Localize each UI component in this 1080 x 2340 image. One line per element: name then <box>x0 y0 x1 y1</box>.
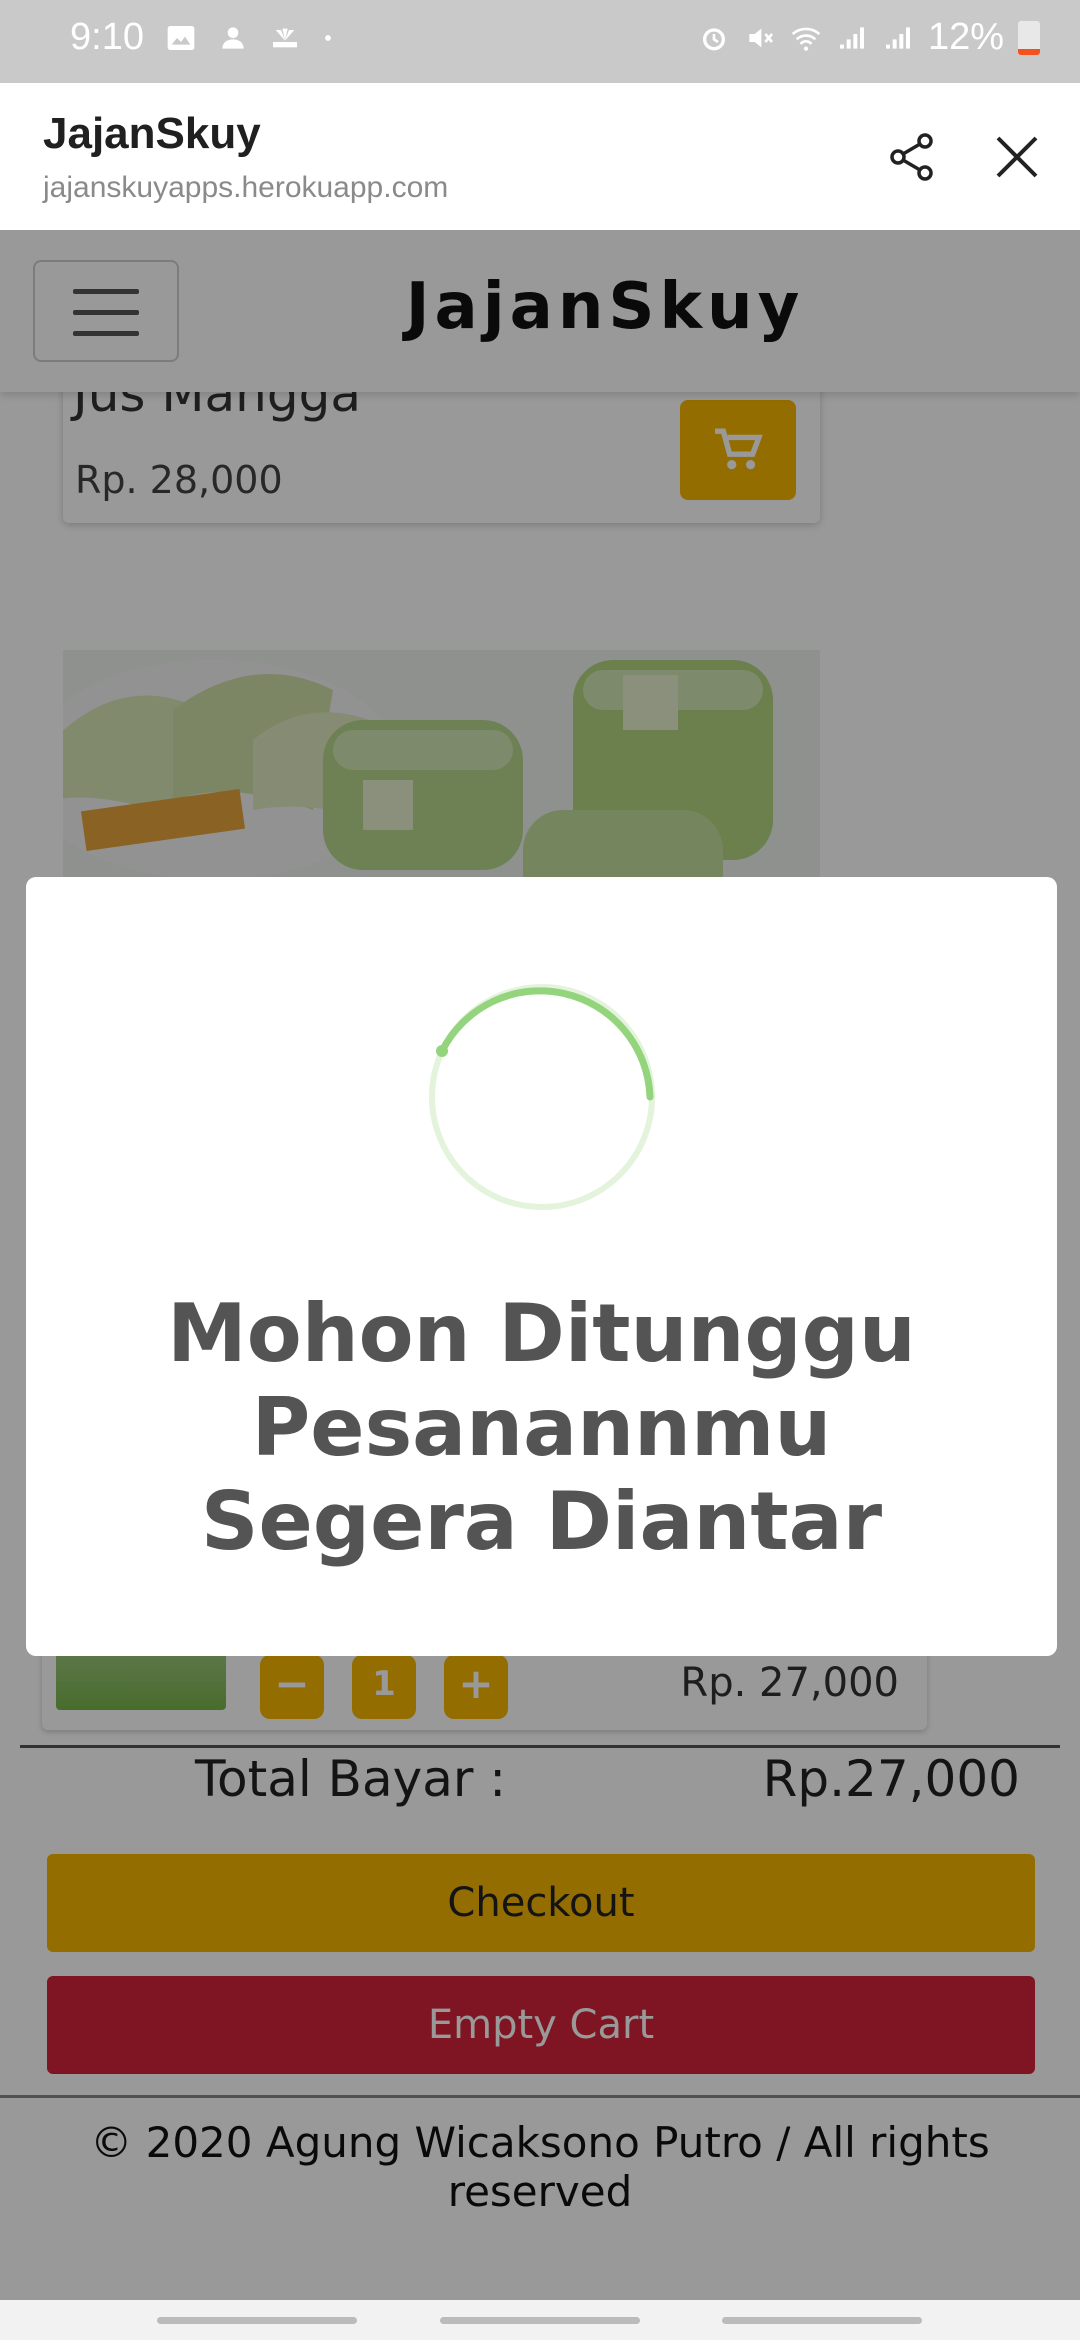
nav-recents-button[interactable] <box>157 2317 357 2324</box>
loading-modal: Mohon Ditunggu Pesanannmu Segera Diantar <box>26 877 1057 1656</box>
modal-message: Mohon Ditunggu Pesanannmu Segera Diantar <box>26 1287 1057 1569</box>
loading-spinner-icon <box>429 984 655 1210</box>
status-right-icons: 12% <box>698 16 1040 59</box>
image-icon <box>167 26 195 50</box>
modal-message-line-2: Pesanannmu <box>251 1381 832 1474</box>
browser-page-title: JajanSkuy <box>43 109 261 158</box>
status-time: 9:10 <box>70 16 144 58</box>
modal-message-line-3: Segera Diantar <box>200 1475 883 1568</box>
close-icon[interactable] <box>990 130 1044 184</box>
modal-message-line-1: Mohon Ditunggu <box>167 1287 916 1380</box>
navigation-bar <box>0 2300 1080 2340</box>
share-icon[interactable] <box>885 130 939 184</box>
page: JajanSkuy Jus Mangga Rp. 28,000 − 1 + Rp… <box>0 230 1080 2340</box>
alarm-icon <box>702 27 725 50</box>
nav-home-button[interactable] <box>440 2317 640 2324</box>
status-bar: 9:10 12% <box>0 0 1080 83</box>
signal-icon <box>885 26 910 49</box>
browser-url[interactable]: jajanskuyapps.herokuapp.com <box>43 171 448 205</box>
signal-icon <box>839 26 864 49</box>
status-left-icons <box>165 22 335 54</box>
dot-icon <box>325 35 331 41</box>
battery-percent: 12% <box>927 16 1004 58</box>
battery-icon <box>1018 20 1040 55</box>
mute-icon <box>749 28 773 47</box>
nbc-icon <box>273 28 297 48</box>
nav-back-button[interactable] <box>722 2317 922 2324</box>
browser-toolbar: JajanSkuy jajanskuyapps.herokuapp.com <box>0 83 1080 230</box>
app-icon <box>222 27 244 49</box>
wifi-icon <box>791 27 821 51</box>
